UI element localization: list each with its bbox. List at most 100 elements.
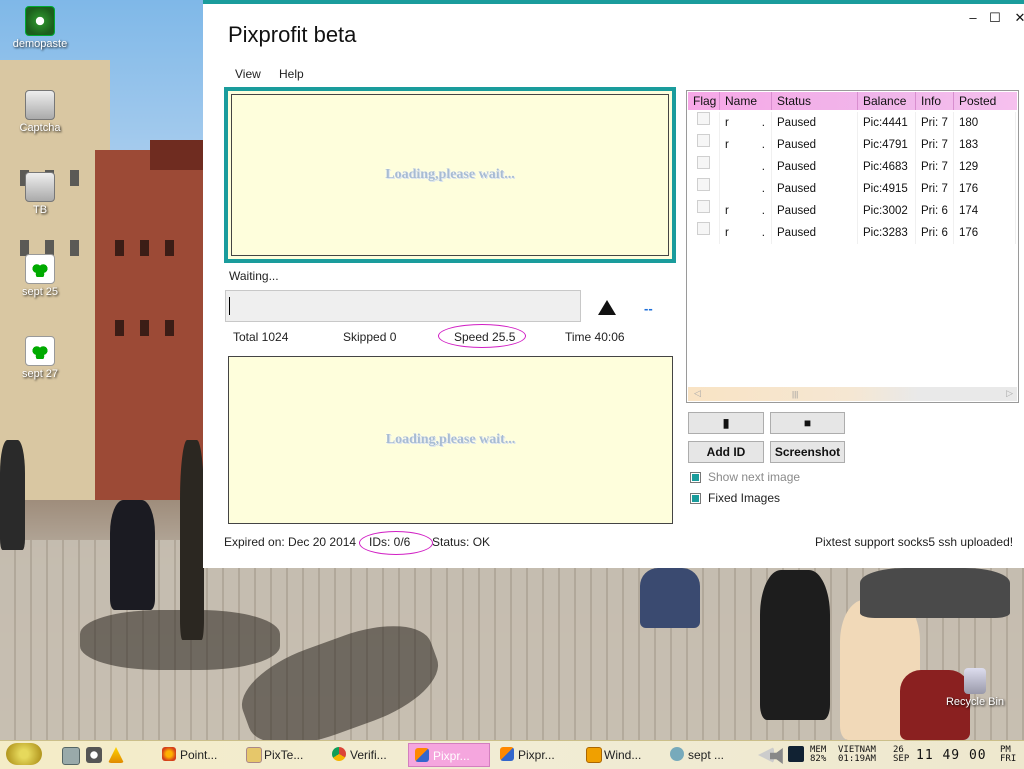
scroll-thumb-grip-icon[interactable]: ||| bbox=[792, 390, 798, 399]
name-text: r bbox=[725, 227, 729, 239]
name-text: r bbox=[725, 117, 729, 129]
taskbar-item-sept[interactable]: sept ... bbox=[664, 743, 746, 767]
submit-arrow-icon[interactable] bbox=[598, 300, 616, 315]
column-header-posted[interactable]: Posted bbox=[954, 92, 1016, 110]
add-id-button[interactable]: Add ID bbox=[688, 441, 764, 463]
network-icon[interactable] bbox=[788, 746, 804, 762]
name-truncation: . bbox=[761, 227, 765, 239]
name-text: r bbox=[725, 205, 729, 217]
jpg-file-icon bbox=[25, 254, 55, 284]
flag-cell bbox=[688, 178, 720, 200]
status-cell: Paused bbox=[772, 178, 858, 200]
clock-utility-icon[interactable] bbox=[86, 747, 102, 763]
name-cell: r. bbox=[720, 112, 772, 134]
status-cell: Paused bbox=[772, 200, 858, 222]
taskbar-item-pixprofit[interactable]: Pixpr... bbox=[494, 743, 576, 767]
desktop-icon-demopaste[interactable]: demopaste bbox=[5, 6, 75, 50]
menu-view[interactable]: View bbox=[235, 67, 261, 81]
desktop-icon-sept-27[interactable]: sept 27 bbox=[5, 336, 75, 380]
column-header-status[interactable]: Status bbox=[772, 92, 858, 110]
taskbar-item-label: Pixpr... bbox=[518, 748, 555, 762]
fixed-images-label: Fixed Images bbox=[708, 491, 781, 505]
firefox-icon bbox=[162, 747, 176, 761]
name-truncation: . bbox=[761, 117, 765, 129]
image-viewer-icon bbox=[670, 747, 684, 761]
show-next-image-checkbox[interactable] bbox=[690, 472, 701, 483]
memory-value: 82% bbox=[810, 754, 827, 764]
flag-checkbox[interactable] bbox=[697, 112, 710, 125]
fixed-images-checkbox[interactable] bbox=[690, 493, 701, 504]
flag-checkbox[interactable] bbox=[697, 222, 710, 235]
flag-checkbox[interactable] bbox=[697, 200, 710, 213]
start-button[interactable]: ▮ bbox=[688, 412, 764, 434]
accounts-table[interactable]: Flag Name Status Balance Info Posted r. … bbox=[686, 90, 1019, 403]
taskbar-item-windows-media[interactable]: Wind... bbox=[580, 743, 662, 767]
desktop-icon-sept-25[interactable]: sept 25 bbox=[5, 254, 75, 298]
preview-image-panel: Loading,please wait... bbox=[228, 356, 673, 524]
wallpaper-window bbox=[140, 240, 149, 256]
column-header-flag[interactable]: Flag bbox=[688, 92, 720, 110]
taskbar-item-verify[interactable]: Verifi... bbox=[326, 743, 406, 767]
balance-cell: Pic:4683 bbox=[858, 156, 916, 178]
ids-count: IDs: 0/6 bbox=[369, 535, 411, 549]
keyboard-icon bbox=[25, 172, 55, 202]
table-row[interactable]: . Paused Pic:4683 Pri: 7 129 bbox=[688, 156, 1016, 178]
column-header-balance[interactable]: Balance bbox=[858, 92, 916, 110]
app-icon bbox=[500, 747, 514, 761]
stop-button[interactable]: ■ bbox=[770, 412, 845, 434]
menu-help[interactable]: Help bbox=[279, 67, 304, 81]
info-cell: Pri: 6 bbox=[916, 222, 954, 244]
taskbar-item-pixprofit-active[interactable]: Pixpr... bbox=[408, 743, 490, 767]
table-row[interactable]: . Paused Pic:4915 Pri: 7 176 bbox=[688, 178, 1016, 200]
jpg-file-icon bbox=[25, 336, 55, 366]
captcha-answer-input[interactable] bbox=[225, 290, 581, 322]
desktop-icon-label: TB bbox=[32, 204, 48, 216]
desktop-icon-label: demopaste bbox=[12, 38, 68, 50]
taskbar-item-pixtest[interactable]: PixTe... bbox=[240, 743, 322, 767]
region-time: 01:19AM bbox=[838, 754, 876, 764]
column-header-info[interactable]: Info bbox=[916, 92, 954, 110]
wallpaper-person bbox=[0, 440, 25, 550]
desktop-icon-recycle-bin[interactable]: Recycle Bin bbox=[940, 668, 1010, 708]
balance-cell: Pic:4791 bbox=[858, 134, 916, 156]
taskbar-item-point[interactable]: Point... bbox=[156, 743, 238, 767]
waiting-label: Waiting... bbox=[229, 269, 279, 283]
table-row[interactable]: r. Paused Pic:4441 Pri: 7 180 bbox=[688, 112, 1016, 134]
screenshot-button[interactable]: Screenshot bbox=[770, 441, 845, 463]
table-row[interactable]: r. Paused Pic:3283 Pri: 6 176 bbox=[688, 222, 1016, 244]
media-player-icon bbox=[586, 747, 602, 763]
table-row[interactable]: r. Paused Pic:4791 Pri: 7 183 bbox=[688, 134, 1016, 156]
captcha-image-frame: Loading,please wait... bbox=[231, 94, 669, 256]
keyboard-icon bbox=[25, 90, 55, 120]
show-desktop-icon[interactable] bbox=[62, 747, 80, 765]
maximize-button[interactable]: ☐ bbox=[985, 10, 1005, 26]
system-clock[interactable]: 11 49 00 bbox=[916, 748, 987, 763]
status-cell: Paused bbox=[772, 222, 858, 244]
balance-cell: Pic:3283 bbox=[858, 222, 916, 244]
wallpaper-roof bbox=[150, 140, 205, 170]
scroll-left-arrow-icon[interactable]: ◁ bbox=[694, 388, 701, 399]
column-header-name[interactable]: Name bbox=[720, 92, 772, 110]
scroll-right-arrow-icon[interactable]: ▷ bbox=[1006, 388, 1013, 399]
flag-cell bbox=[688, 112, 720, 134]
desktop-icon-tb[interactable]: TB bbox=[5, 172, 75, 216]
flag-checkbox[interactable] bbox=[697, 134, 710, 147]
close-button[interactable]: ✕ bbox=[1010, 10, 1024, 26]
taskbar-item-label: Point... bbox=[180, 748, 218, 762]
taskbar-item-label: Verifi... bbox=[350, 748, 387, 762]
name-text: r bbox=[725, 139, 729, 151]
flag-checkbox[interactable] bbox=[697, 156, 710, 169]
desktop-icon-captcha[interactable]: Captcha bbox=[5, 90, 75, 134]
table-horizontal-scrollbar[interactable]: ◁ ||| ▷ bbox=[688, 387, 1017, 401]
flag-checkbox[interactable] bbox=[697, 178, 710, 191]
start-button[interactable] bbox=[6, 743, 42, 765]
warning-icon[interactable] bbox=[108, 747, 124, 763]
minimize-button[interactable]: – bbox=[963, 10, 983, 25]
table-row[interactable]: r. Paused Pic:3002 Pri: 6 174 bbox=[688, 200, 1016, 222]
avi-file-icon bbox=[25, 6, 55, 36]
desktop-icon-label: Captcha bbox=[19, 122, 61, 134]
posted-cell: 176 bbox=[954, 222, 1016, 244]
wallpaper-window bbox=[165, 240, 174, 256]
posted-cell: 129 bbox=[954, 156, 1016, 178]
taskbar-item-label: Wind... bbox=[604, 748, 642, 762]
